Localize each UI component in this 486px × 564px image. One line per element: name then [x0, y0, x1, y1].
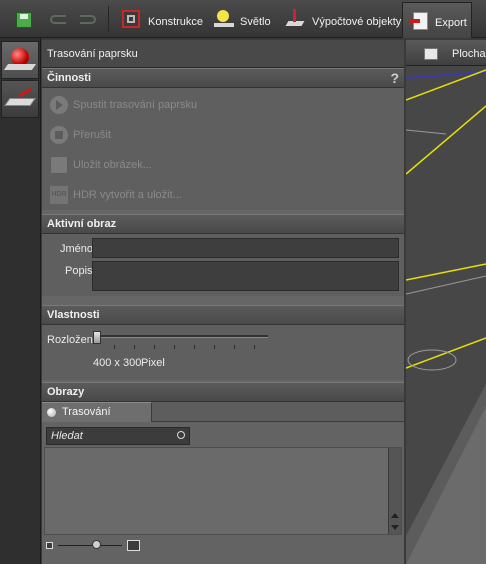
- play-icon: [50, 96, 68, 114]
- search-input[interactable]: Hledat: [46, 427, 190, 445]
- tab-raytracing[interactable]: Trasování paprsku: [42, 402, 152, 436]
- construction-icon: [122, 10, 140, 28]
- hdr-icon: HDR: [50, 186, 68, 204]
- floppy-save-icon: [50, 156, 68, 174]
- properties-header: Vlastnosti: [42, 305, 404, 325]
- export-label: Export: [435, 17, 467, 29]
- export-tab[interactable]: Export: [402, 2, 472, 38]
- panel-title: Trasování paprsku: [42, 40, 404, 68]
- active-image-header: Aktivní obraz: [42, 214, 404, 234]
- image-list[interactable]: [44, 447, 402, 535]
- stop-icon: [50, 126, 68, 144]
- interrupt-button[interactable]: Přerušit: [42, 120, 404, 150]
- help-button[interactable]: ?: [390, 69, 399, 87]
- vypoctove-objekty-button[interactable]: Výpočtové objekty: [282, 0, 402, 38]
- scroll-down-icon[interactable]: [391, 525, 399, 530]
- main-toolbar: Konstrukce Světlo Výpočtové objekty Expo…: [0, 0, 486, 38]
- save-image-button[interactable]: Uložit obrázek...: [42, 150, 404, 180]
- save-icon[interactable]: [16, 12, 32, 28]
- resolution-unit: Pixel: [141, 357, 165, 369]
- left-tool-column: [0, 38, 41, 564]
- images-header: Obrazy: [42, 382, 404, 402]
- tab-bullet-icon: [47, 408, 56, 417]
- render-export-tool-button[interactable]: [1, 80, 39, 118]
- undo-icon[interactable]: [50, 15, 66, 24]
- save-image-label: Uložit obrázek...: [73, 159, 152, 171]
- redo-icon[interactable]: [80, 15, 96, 24]
- images-tabstrip: Trasování paprsku: [42, 402, 404, 436]
- thumbnail-size-thumb[interactable]: [92, 540, 101, 549]
- name-field[interactable]: [92, 238, 399, 258]
- small-thumbnail-icon: [46, 542, 53, 549]
- thumbnail-size-slider[interactable]: [58, 545, 122, 546]
- properties-header-label: Vlastnosti: [47, 309, 100, 321]
- start-raytracing-button[interactable]: Spustit trasování paprsku: [42, 90, 404, 120]
- viewport-header: Plocha 1: [406, 40, 486, 66]
- svetlo-label: Světlo: [240, 16, 271, 28]
- viewport-scene: [406, 66, 486, 564]
- large-thumbnail-icon: [127, 540, 140, 551]
- hdr-create-save-label: HDR vytvořit a uložit...: [73, 189, 182, 201]
- resolution-value: 400 x 300: [93, 357, 142, 369]
- toolbar-separator: [108, 6, 109, 32]
- konstrukce-button[interactable]: Konstrukce: [118, 0, 208, 38]
- name-label: Jméno: [60, 243, 94, 255]
- calculation-objects-icon: [285, 9, 305, 29]
- export-icon: [409, 12, 428, 30]
- raytracing-panel: Trasování paprsku Činnosti ? Spustit tra…: [42, 40, 404, 564]
- actions-header: Činnosti ?: [42, 68, 404, 88]
- actions-header-label: Činnosti: [47, 72, 91, 84]
- plane-icon: [424, 48, 438, 60]
- description-label: Popis: [65, 265, 93, 277]
- active-image-header-label: Aktivní obraz: [47, 218, 117, 230]
- images-header-label: Obrazy: [47, 386, 85, 398]
- svetlo-button[interactable]: Světlo: [210, 0, 280, 38]
- resolution-slider-track[interactable]: [94, 335, 268, 338]
- start-raytracing-label: Spustit trasování paprsku: [73, 99, 198, 111]
- interrupt-label: Přerušit: [73, 129, 111, 141]
- vypoctove-objekty-label: Výpočtové objekty: [312, 16, 402, 28]
- viewport-tab[interactable]: Plocha 1: [452, 48, 486, 60]
- hdr-create-save-button[interactable]: HDR HDR vytvořit a uložit...: [42, 180, 404, 210]
- resolution-label: Rozložení: [47, 334, 96, 346]
- raytracing-tool-button[interactable]: [1, 41, 39, 79]
- list-scrollbar[interactable]: [388, 448, 401, 534]
- description-field[interactable]: [92, 261, 399, 291]
- scroll-up-icon[interactable]: [391, 513, 399, 518]
- konstrukce-label: Konstrukce: [148, 16, 204, 28]
- search-icon: [177, 431, 185, 439]
- light-icon: [214, 10, 234, 28]
- resolution-slider-thumb[interactable]: [93, 331, 101, 344]
- render-export-icon: [4, 98, 36, 106]
- 3d-viewport[interactable]: Plocha 1: [406, 40, 486, 564]
- search-placeholder: Hledat: [51, 430, 83, 442]
